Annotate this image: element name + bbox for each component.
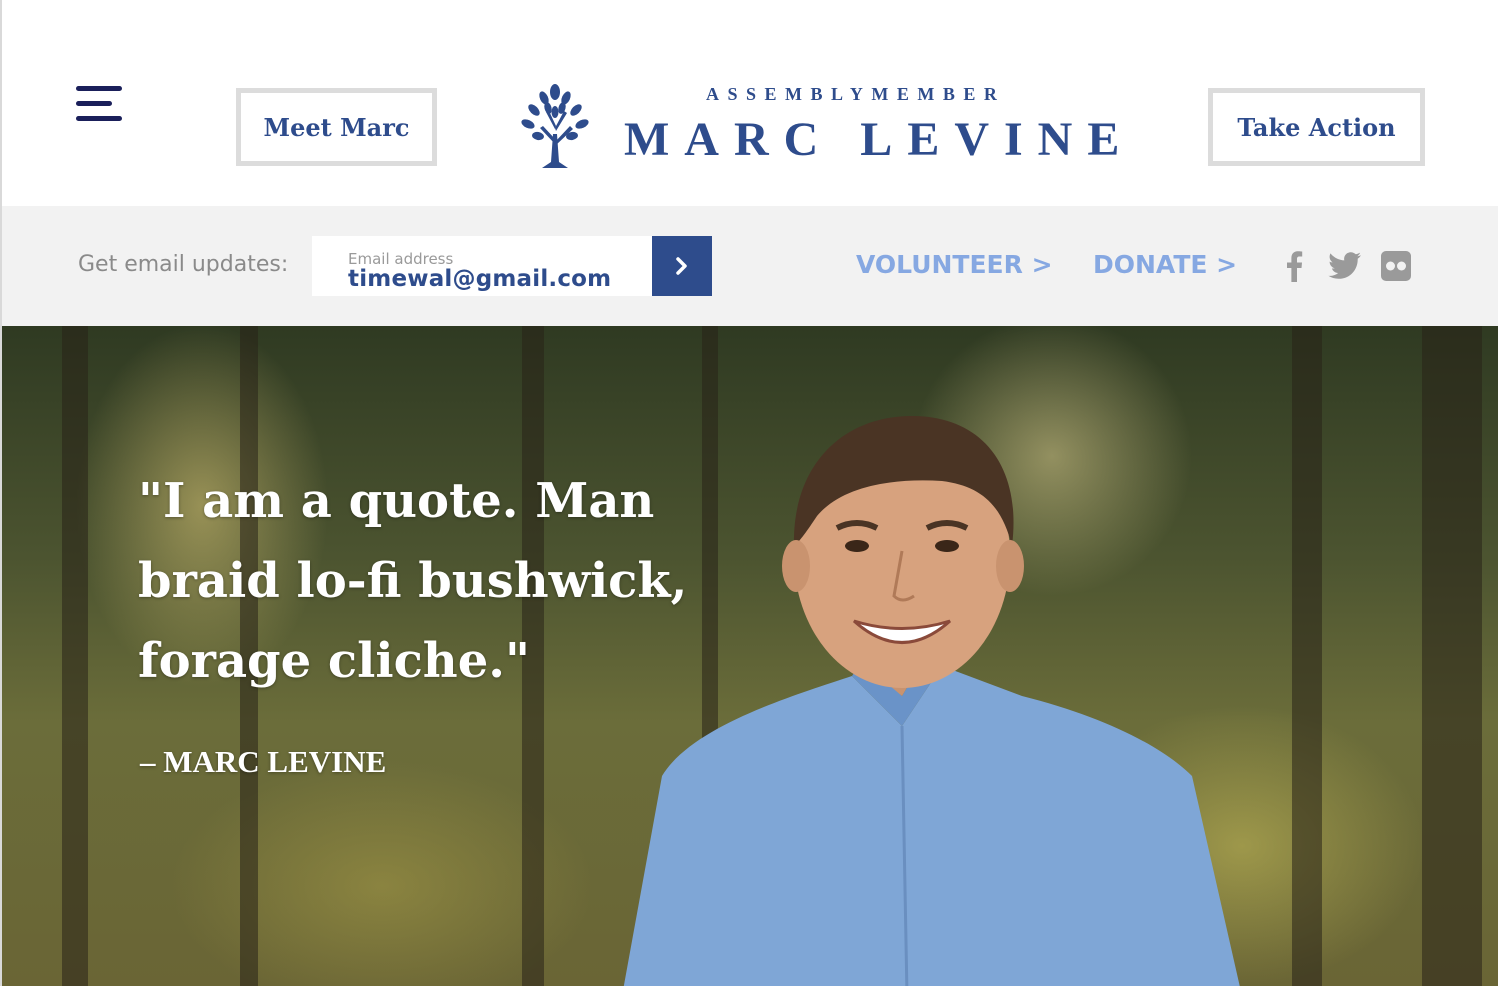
meet-marc-button[interactable]: Meet Marc	[236, 88, 437, 166]
hamburger-menu-icon[interactable]	[76, 84, 124, 124]
site-header: Meet Marc ASSEMBLYMEMBER MARC LEVINE Tak…	[2, 0, 1498, 206]
take-action-button[interactable]: Take Action	[1208, 88, 1425, 166]
flickr-icon[interactable]	[1378, 248, 1414, 284]
volunteer-link[interactable]: VOLUNTEER >	[856, 250, 1053, 279]
window-edge	[0, 0, 2, 986]
chevron-right-icon	[676, 257, 687, 275]
hero-banner: "I am a quote. Man braid lo-fi bushwick,…	[2, 326, 1498, 986]
tree-icon	[521, 84, 589, 168]
donate-link[interactable]: DONATE >	[1093, 250, 1237, 279]
hero-quote: "I am a quote. Man braid lo-fi bushwick,…	[138, 473, 688, 689]
background-tree-trunk	[62, 326, 88, 986]
email-updates-label: Get email updates:	[78, 252, 289, 277]
email-submit-button[interactable]	[652, 236, 712, 296]
email-value: timewal@gmail.com	[348, 266, 612, 292]
logo-title: ASSEMBLYMEMBER	[706, 84, 1006, 104]
email-input[interactable]: Email address timewal@gmail.com	[312, 236, 652, 296]
background-tree-trunk	[1422, 326, 1482, 986]
twitter-icon[interactable]	[1326, 248, 1364, 284]
site-logo[interactable]: ASSEMBLYMEMBER MARC LEVINE	[520, 80, 1140, 180]
email-signup-bar: Get email updates: Email address timewal…	[2, 206, 1498, 326]
logo-name: MARC LEVINE	[624, 113, 1135, 166]
facebook-icon[interactable]	[1280, 248, 1308, 284]
quote-attribution: – MARC LEVINE	[140, 744, 387, 779]
